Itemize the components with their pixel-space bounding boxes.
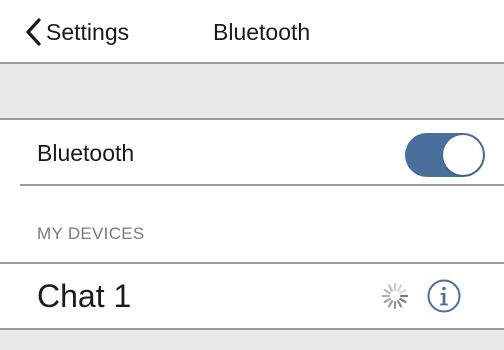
top-spacer-band (0, 64, 504, 120)
spinner-spoke (399, 288, 407, 295)
section-header-my-devices: MY DEVICES (37, 224, 145, 243)
bluetooth-setting-label: Bluetooth (37, 140, 135, 166)
spinner-spoke (383, 297, 391, 304)
spinner-spoke (399, 297, 407, 304)
spinner-spoke (387, 284, 394, 292)
back-button-label: Settings (46, 18, 130, 45)
device-list-item[interactable]: Chat 1 (0, 262, 504, 328)
bottom-spacer-band (0, 328, 504, 350)
spinner-spoke (396, 300, 403, 308)
spinner-spoke (396, 284, 403, 292)
chevron-left-icon (26, 18, 41, 46)
row-divider (20, 184, 504, 186)
page-title: Bluetooth (213, 19, 311, 45)
info-icon[interactable] (426, 278, 462, 314)
back-button[interactable]: Settings (24, 14, 129, 50)
navigation-bar: Settings Bluetooth (0, 0, 504, 64)
device-name: Chat 1 (37, 278, 132, 314)
bluetooth-toggle-switch[interactable] (405, 133, 485, 177)
loading-spinner-icon (381, 282, 409, 310)
spinner-spoke (387, 300, 394, 308)
spinner-spoke (383, 288, 391, 295)
toggle-knob (443, 135, 483, 175)
